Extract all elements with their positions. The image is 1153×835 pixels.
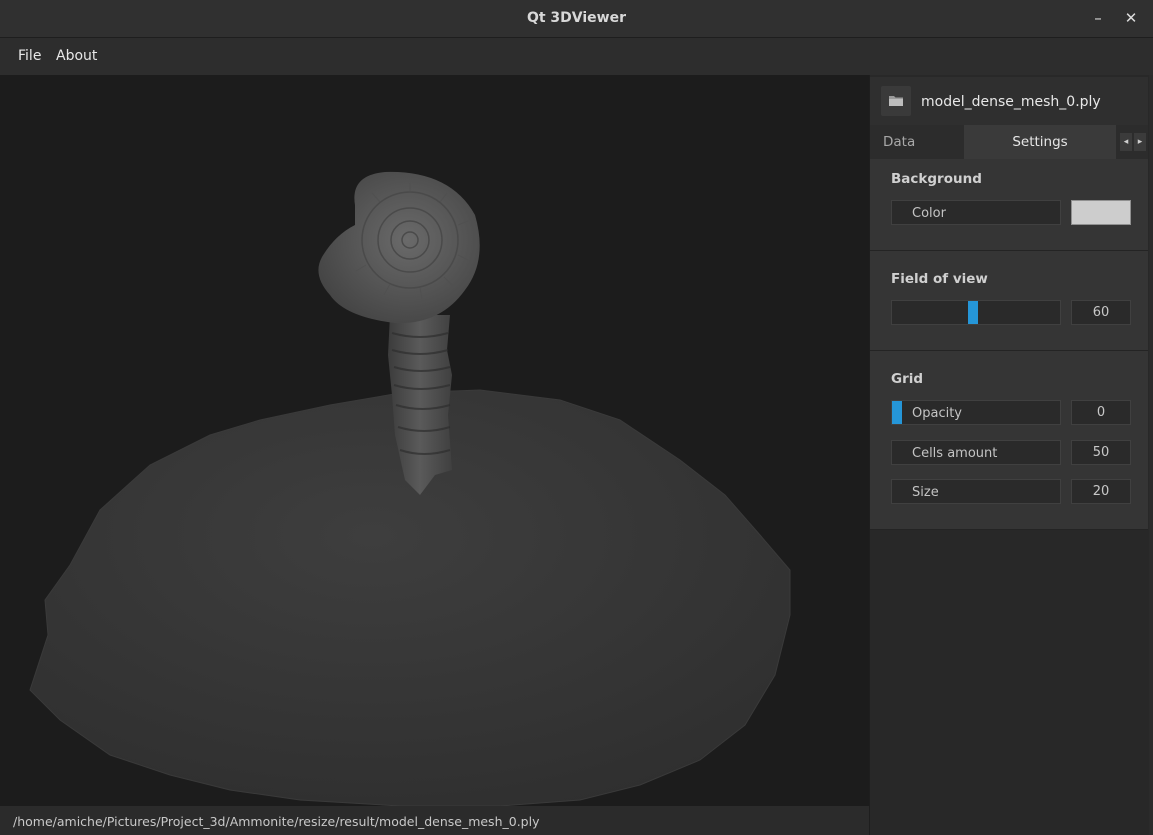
- background-color-field: Color: [891, 200, 1061, 225]
- background-section: Background Color: [870, 159, 1148, 251]
- tab-data[interactable]: Data: [870, 125, 964, 159]
- window-title: Qt 3DViewer: [526, 10, 627, 26]
- open-folder-button[interactable]: [881, 86, 911, 116]
- background-color-label: Color: [912, 206, 946, 221]
- tab-settings[interactable]: Settings: [964, 125, 1116, 159]
- tab-scroll-right-icon[interactable]: ▸: [1134, 133, 1146, 151]
- field-of-view-title: Field of view: [891, 271, 988, 287]
- grid-opacity-slider-handle[interactable]: [892, 401, 902, 424]
- minimize-button[interactable]: –: [1088, 8, 1108, 28]
- 3d-viewport[interactable]: [0, 75, 869, 806]
- title-bar: Qt 3DViewer – ✕: [0, 0, 1153, 38]
- grid-cells-label: Cells amount: [912, 446, 998, 461]
- grid-cells-value[interactable]: 50: [1071, 440, 1131, 465]
- grid-opacity-label: Opacity: [912, 406, 963, 421]
- field-of-view-section: Field of view 60: [870, 251, 1148, 351]
- model-render: [29, 171, 791, 806]
- grid-cells-field[interactable]: Cells amount: [891, 440, 1061, 465]
- menu-bar: File About: [0, 38, 1153, 75]
- grid-opacity-slider[interactable]: Opacity: [891, 400, 1061, 425]
- grid-size-label: Size: [912, 485, 939, 500]
- field-of-view-value[interactable]: 60: [1071, 300, 1131, 325]
- loaded-file-name: model_dense_mesh_0.ply: [921, 94, 1101, 110]
- grid-title: Grid: [891, 371, 924, 387]
- tab-bar: Data Settings ◂ ▸: [870, 125, 1148, 159]
- menu-about[interactable]: About: [56, 48, 97, 64]
- grid-section: Grid Opacity 0 Cells amount 50 Size 20: [870, 351, 1148, 530]
- field-of-view-slider[interactable]: [891, 300, 1061, 325]
- grid-size-value[interactable]: 20: [1071, 479, 1131, 504]
- ammonite-shell-shape: [318, 171, 480, 324]
- menu-file[interactable]: File: [18, 48, 41, 64]
- grid-size-field[interactable]: Size: [891, 479, 1061, 504]
- grid-opacity-value[interactable]: 0: [1071, 400, 1131, 425]
- file-path-text: /home/amiche/Pictures/Project_3d/Ammonit…: [13, 814, 540, 829]
- folder-icon: [889, 96, 903, 106]
- settings-panel: model_dense_mesh_0.ply Data Settings ◂ ▸…: [869, 75, 1149, 835]
- close-button[interactable]: ✕: [1121, 8, 1141, 28]
- file-bar: model_dense_mesh_0.ply: [870, 77, 1148, 125]
- field-of-view-slider-handle[interactable]: [967, 301, 978, 324]
- tab-scroll-left-icon[interactable]: ◂: [1120, 133, 1132, 151]
- background-color-swatch[interactable]: [1071, 200, 1131, 225]
- background-title: Background: [891, 171, 982, 187]
- status-bar: /home/amiche/Pictures/Project_3d/Ammonit…: [0, 806, 869, 835]
